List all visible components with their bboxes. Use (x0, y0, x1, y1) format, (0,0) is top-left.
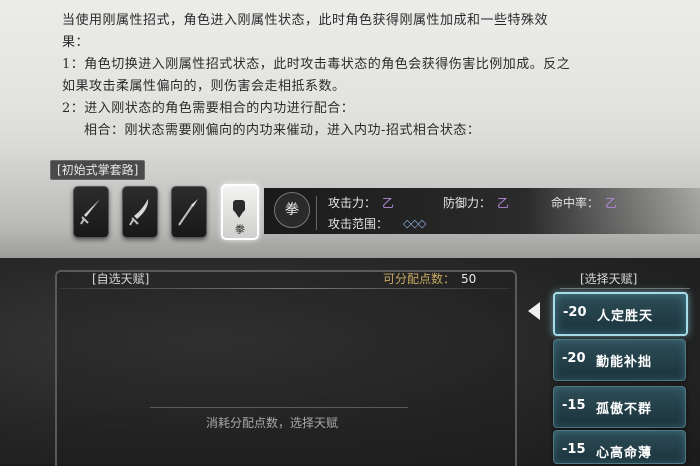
description-line: 2：进入刚状态的角色需要相合的内功进行配合： (62, 101, 355, 116)
range-diamonds-icon: ◇◇◇ (403, 217, 426, 230)
weapon-slot-spear[interactable] (171, 186, 207, 238)
defense-grade: 乙 (497, 196, 510, 210)
custom-talent-title: [自选天赋] (92, 272, 150, 286)
sword-icon (80, 199, 100, 225)
talent-option-2[interactable]: -20 勤能补拙 (553, 339, 686, 381)
select-talent-title: [选择天赋] (580, 272, 638, 286)
fist-icon (233, 200, 245, 218)
attack-stat: 攻击力： 乙 (328, 194, 394, 211)
weapon-slot-sword[interactable] (73, 186, 109, 238)
stats-divider (316, 196, 317, 230)
description-text: 当使用刚属性招式，角色进入刚属性状态，此时角色获得刚属性加成和一些特殊效 果： … (62, 10, 682, 142)
attack-label: 攻击力： (328, 196, 377, 210)
talent-option-4[interactable]: -15 心高命薄 (553, 430, 686, 464)
description-line: 果： (62, 35, 90, 50)
weapon-slot-fist[interactable]: 拳 (221, 184, 259, 240)
defense-label: 防御力： (443, 196, 492, 210)
description-line: 1：角色切换进入刚属性招式状态，此时攻击毒状态的角色会获得伤害比例加成。反之 (62, 57, 571, 72)
hit-stat: 命中率： 乙 (551, 194, 617, 211)
range-label: 攻击范围： (328, 217, 389, 231)
talent-cost: -15 (562, 442, 586, 457)
range-stat: 攻击范围： (328, 215, 388, 232)
talent-name: 人定胜天 (597, 309, 654, 324)
fist-slot-label: 拳 (235, 225, 245, 236)
style-set-tag: [初始式掌套路] (50, 160, 146, 180)
custom-talent-panel (55, 270, 517, 466)
points-value: 50 (461, 272, 477, 286)
talent-cost: -20 (562, 351, 586, 366)
selection-arrow-icon (528, 302, 540, 320)
points-label: 可分配点数： (383, 272, 456, 286)
description-line: 当使用刚属性招式，角色进入刚属性状态，此时角色获得刚属性加成和一些特殊效 (62, 13, 549, 28)
panel-divider (58, 288, 510, 289)
description-line: 如果攻击柔属性偏向的，则伤害会走相抵系数。 (62, 79, 346, 94)
talent-cost: -15 (562, 398, 586, 413)
hint-divider (150, 407, 408, 408)
description-line: 相合：刚状态需要刚偏向的内功来催动，进入内功-招式相合状态： (84, 123, 481, 138)
talent-name: 心高命薄 (596, 446, 653, 461)
select-divider (560, 288, 690, 289)
saber-icon (129, 199, 149, 226)
style-badge: 拳 (274, 192, 310, 228)
points-counter: 可分配点数： 50 (383, 270, 476, 287)
attack-grade: 乙 (382, 196, 395, 210)
talent-name: 勤能补拙 (596, 355, 653, 370)
weapon-slot-saber[interactable] (122, 186, 158, 238)
defense-stat: 防御力： 乙 (443, 194, 509, 211)
talent-option-1[interactable]: -20 人定胜天 (553, 292, 688, 336)
talent-option-3[interactable]: -15 孤傲不群 (553, 386, 686, 428)
hit-grade: 乙 (605, 196, 618, 210)
talent-name: 孤傲不群 (596, 402, 653, 417)
talent-cost: -20 (563, 305, 587, 320)
hit-label: 命中率： (551, 196, 600, 210)
spear-icon (178, 199, 198, 226)
talent-hint: 消耗分配点数，选择天赋 (206, 416, 339, 430)
